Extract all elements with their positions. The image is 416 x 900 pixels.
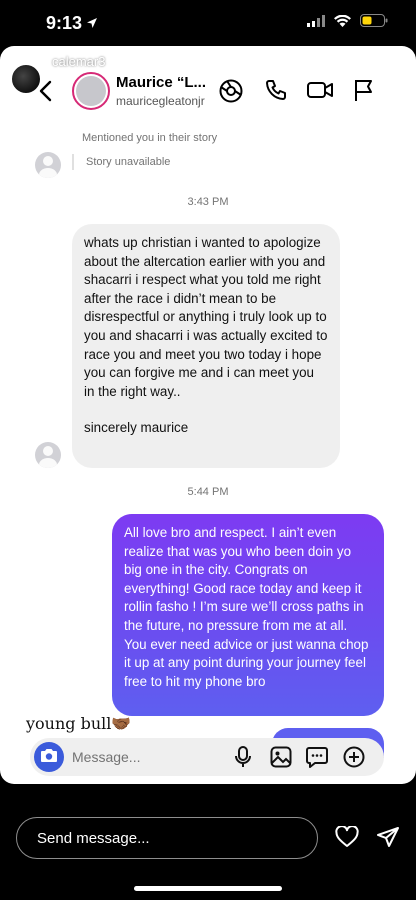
close-icon[interactable] xyxy=(382,66,402,91)
timestamp: 5:44 PM xyxy=(187,486,229,498)
dm-contact-name[interactable]: Maurice “L... xyxy=(116,74,206,91)
status-icons xyxy=(307,14,388,32)
incoming-message-text: whats up christian i wanted to apologize… xyxy=(84,235,328,399)
gallery-icon[interactable] xyxy=(270,746,292,773)
sender-avatar[interactable] xyxy=(35,152,61,178)
phone-icon[interactable] xyxy=(264,78,288,107)
home-indicator xyxy=(134,886,282,891)
camera-button[interactable] xyxy=(34,742,64,772)
signal-icon xyxy=(307,14,325,32)
sticker-icon[interactable] xyxy=(306,746,328,773)
dm-avatar[interactable] xyxy=(72,72,110,110)
status-time-text: 9:13 xyxy=(46,13,83,33)
outgoing-message-text: All love bro and respect. I ain’t even r… xyxy=(124,525,369,689)
effects-icon[interactable] xyxy=(218,78,244,109)
timestamp: 3:43 PM xyxy=(187,196,229,208)
story-caption-text: young bull🤝🏾 xyxy=(26,714,132,733)
flag-icon[interactable] xyxy=(352,78,374,107)
dm-contact-handle[interactable]: mauricegleatonjr xyxy=(116,94,205,108)
send-message-input[interactable]: Send message... xyxy=(16,817,318,859)
incoming-message-signature: sincerely maurice xyxy=(84,420,189,436)
battery-icon xyxy=(360,14,388,32)
message-input-placeholder[interactable]: Message... xyxy=(72,749,140,765)
story-mention-label: Mentioned you in their story xyxy=(82,132,218,144)
story-username[interactable]: calemar3 xyxy=(52,54,105,69)
story-avatar[interactable] xyxy=(10,63,42,95)
story-user[interactable] xyxy=(10,63,42,95)
microphone-icon[interactable] xyxy=(234,746,252,773)
story-unavailable-label: Story unavailable xyxy=(72,154,170,170)
share-icon[interactable] xyxy=(376,826,400,853)
location-arrow-icon xyxy=(86,13,98,34)
message-composer[interactable]: Message... xyxy=(30,738,384,776)
video-call-icon[interactable] xyxy=(306,78,334,107)
incoming-message-bubble[interactable]: whats up christian i wanted to apologize… xyxy=(72,224,340,468)
status-bar: 9:13 xyxy=(0,0,416,46)
outgoing-message-bubble[interactable]: All love bro and respect. I ain’t even r… xyxy=(112,514,384,716)
status-time: 9:13 xyxy=(46,13,98,34)
dm-header: Maurice “L... mauricegleatonjr xyxy=(0,68,416,128)
add-icon[interactable] xyxy=(343,746,365,773)
heart-icon[interactable] xyxy=(335,825,359,853)
wifi-icon xyxy=(334,14,351,32)
send-message-placeholder[interactable]: Send message... xyxy=(37,830,150,847)
sender-avatar[interactable] xyxy=(35,442,61,468)
story-screenshot-card: calemar3 Maurice “L... mauricegleatonjr … xyxy=(0,46,416,784)
camera-icon xyxy=(40,747,58,768)
